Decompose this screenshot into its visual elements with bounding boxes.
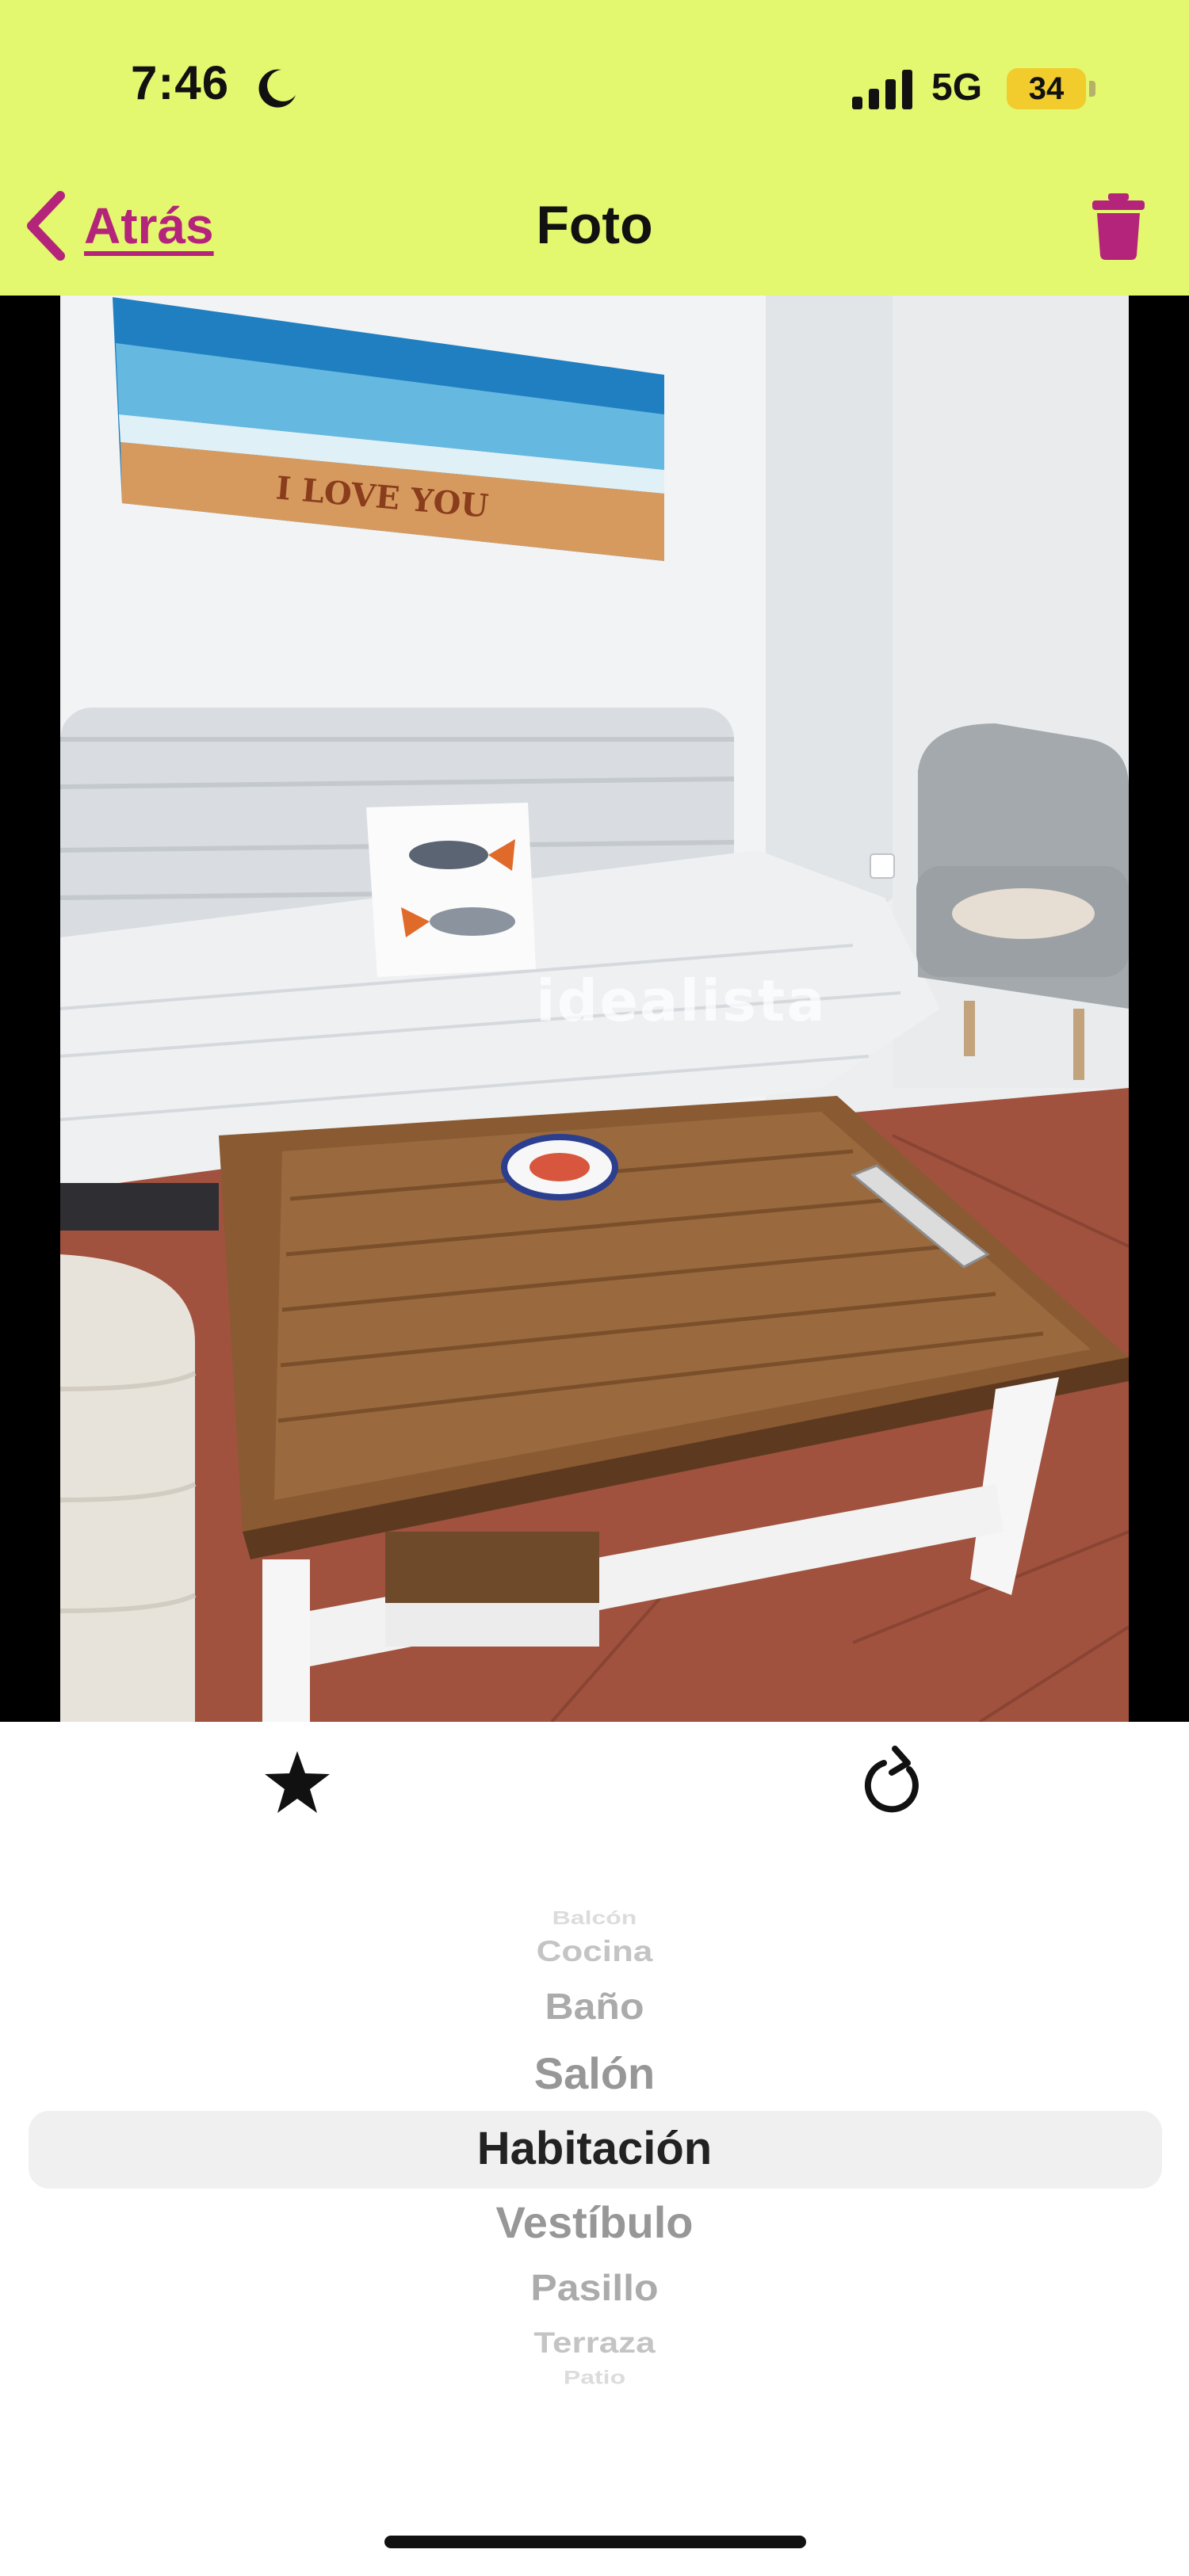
status-time: 7:46	[131, 56, 230, 109]
moon-icon	[258, 69, 296, 108]
room-photo: I LOVE YOU idealista	[60, 296, 1129, 1722]
top-bar: 7:46 5G 34 Atrás Foto	[0, 0, 1189, 296]
battery-level: 34	[1028, 71, 1065, 106]
home-indicator[interactable]	[384, 2536, 806, 2548]
picker-option-habitacion-selected[interactable]: Habitación	[0, 2122, 1189, 2175]
picker-option-salon[interactable]: Salón	[0, 2047, 1189, 2099]
pouf	[60, 1254, 197, 1722]
picker-option-terraza[interactable]: Terraza	[0, 2326, 1189, 2360]
star-icon[interactable]	[263, 1750, 331, 1815]
picker-option-patio[interactable]: Patio	[0, 2367, 1189, 2389]
picker-option-vestibulo[interactable]: Vestíbulo	[0, 2196, 1189, 2248]
room-type-picker[interactable]: Balcón Cocina Baño Salón Habitación Vest…	[0, 1878, 1189, 2401]
page-title: Foto	[536, 195, 653, 255]
battery-cap	[1089, 81, 1095, 97]
picker-option-bano[interactable]: Baño	[0, 1985, 1189, 2028]
photo-viewer[interactable]: I LOVE YOU idealista	[0, 296, 1189, 1722]
picker-option-balcon[interactable]: Balcón	[0, 1907, 1189, 1929]
rotate-icon[interactable]	[860, 1746, 925, 1817]
network-type: 5G	[931, 67, 983, 109]
signal-icon	[852, 70, 912, 109]
photo-watermark: idealista	[536, 967, 827, 1034]
trash-icon[interactable]	[1092, 193, 1145, 260]
battery-indicator: 34	[1007, 68, 1086, 109]
picker-option-cocina[interactable]: Cocina	[0, 1935, 1189, 1969]
fish-cushion	[366, 803, 536, 977]
picker-option-pasillo[interactable]: Pasillo	[0, 2266, 1189, 2309]
